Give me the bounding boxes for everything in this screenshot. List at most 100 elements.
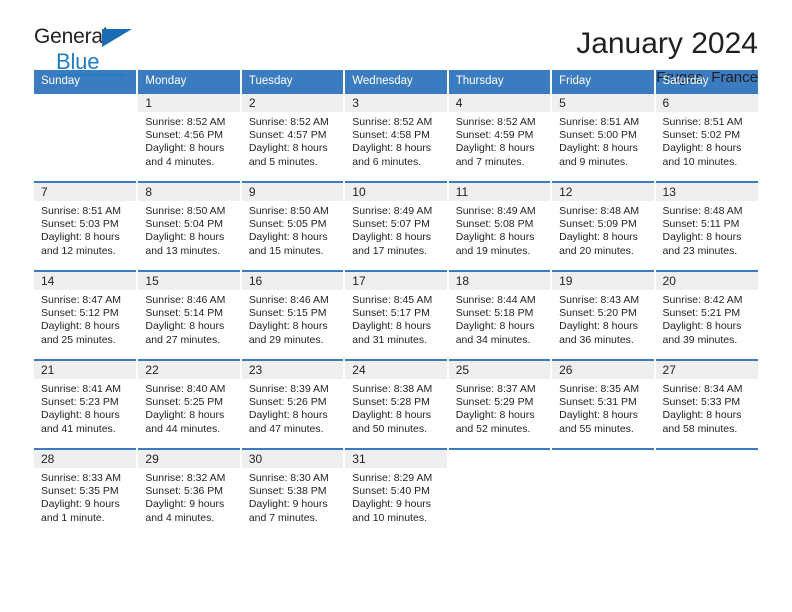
calendar-day-cell[interactable]: 20 Sunrise: 8:42 AM Sunset: 5:21 PM Dayligh… [654, 270, 758, 360]
calendar-day-cell[interactable]: 27 Sunrise: 8:34 AM Sunset: 5:33 PM Dayligh… [654, 359, 758, 449]
sunrise-text: Sunrise: 8:50 AM [145, 205, 226, 217]
sunset-text: Sunset: 4:58 PM [352, 129, 430, 142]
sunset-text: Sunset: 5:28 PM [352, 396, 430, 409]
calendar-day-cell[interactable]: 3 Sunrise: 8:52 AM Sunset: 4:58 PM Daylight… [344, 92, 449, 182]
daylight-text: Daylight: 8 hours and 4 minutes. [145, 142, 225, 168]
sunrise-text: Sunrise: 8:43 AM [559, 294, 640, 306]
calendar-day-cell[interactable]: 14 Sunrise: 8:47 AM Sunset: 5:12 PM Dayligh… [34, 270, 139, 360]
general-blue-logo[interactable]: General Blue [34, 26, 154, 76]
sunrise-text: Sunrise: 8:39 AM [248, 383, 329, 395]
sunrise-text: Sunrise: 8:30 AM [248, 472, 329, 484]
sunset-text: Sunset: 5:11 PM [662, 218, 740, 231]
calendar-day-cell[interactable]: 18 Sunrise: 8:44 AM Sunset: 5:18 PM Dayligh… [447, 270, 553, 360]
calendar-day-cell[interactable]: 12 Sunrise: 8:48 AM Sunset: 5:09 PM Dayligh… [551, 181, 656, 271]
day-details: Sunrise: 8:51 AM Sunset: 5:00 PM Daylight:… [552, 112, 653, 169]
sunrise-text: Sunrise: 8:42 AM [662, 294, 743, 306]
day-number: 27 [655, 361, 758, 379]
calendar-day-cell[interactable]: 6 Sunrise: 8:51 AM Sunset: 5:02 PM Daylight… [654, 92, 758, 182]
calendar-day-cell[interactable]: 10 Sunrise: 8:49 AM Sunset: 5:07 PM Dayligh… [344, 181, 449, 271]
day-number: 8 [138, 183, 240, 201]
daylight-text: Daylight: 8 hours and 39 minutes. [662, 320, 742, 346]
calendar-day-cell[interactable]: 16 Sunrise: 8:46 AM Sunset: 5:15 PM Dayligh… [240, 270, 346, 360]
day-number [552, 450, 653, 468]
day-number: 13 [655, 183, 758, 201]
day-number: 20 [655, 272, 758, 290]
daylight-text: Daylight: 8 hours and 19 minutes. [455, 231, 535, 257]
calendar-day-cell[interactable]: 21 Sunrise: 8:41 AM Sunset: 5:23 PM Dayligh… [34, 359, 139, 449]
calendar-day-cell[interactable]: 31 Sunrise: 8:29 AM Sunset: 5:40 PM Dayligh… [344, 448, 449, 538]
sunrise-text: Sunrise: 8:49 AM [455, 205, 536, 217]
day-number: 4 [448, 94, 551, 112]
calendar-day-cell[interactable]: 2 Sunrise: 8:52 AM Sunset: 4:57 PM Daylight… [240, 92, 346, 182]
calendar-day-cell[interactable]: 23 Sunrise: 8:39 AM Sunset: 5:26 PM Dayligh… [240, 359, 346, 449]
logo-blue-label: Blue [56, 49, 100, 74]
day-number: 1 [138, 94, 240, 112]
day-number: 3 [345, 94, 447, 112]
daylight-text: Daylight: 8 hours and 55 minutes. [559, 409, 638, 435]
logo-underline [57, 74, 125, 76]
calendar-day-cell[interactable]: 4 Sunrise: 8:52 AM Sunset: 4:59 PM Daylight… [447, 92, 553, 182]
daylight-text: Daylight: 8 hours and 25 minutes. [41, 320, 120, 346]
day-details: Sunrise: 8:37 AM Sunset: 5:29 PM Daylight:… [449, 379, 550, 436]
calendar-day-cell[interactable]: 29 Sunrise: 8:32 AM Sunset: 5:36 PM Dayligh… [137, 448, 242, 538]
calendar-empty-cell [654, 448, 758, 538]
day-details: Sunrise: 8:52 AM Sunset: 4:56 PM Daylight:… [138, 112, 239, 169]
calendar-day-cell[interactable]: 24 Sunrise: 8:38 AM Sunset: 5:28 PM Dayligh… [344, 359, 449, 449]
daylight-text: Daylight: 9 hours and 1 minute. [41, 498, 120, 524]
sunset-text: Sunset: 5:00 PM [559, 129, 637, 142]
sunrise-text: Sunrise: 8:35 AM [559, 383, 640, 395]
calendar-day-cell[interactable]: 8 Sunrise: 8:50 AM Sunset: 5:04 PM Daylight… [137, 181, 242, 271]
calendar-day-cell[interactable]: 13 Sunrise: 8:48 AM Sunset: 5:11 PM Dayligh… [654, 181, 758, 271]
sunset-text: Sunset: 5:35 PM [41, 485, 119, 498]
sunrise-text: Sunrise: 8:50 AM [248, 205, 329, 217]
calendar-day-cell[interactable]: 5 Sunrise: 8:51 AM Sunset: 5:00 PM Daylight… [551, 92, 656, 182]
sunrise-text: Sunrise: 8:37 AM [455, 383, 536, 395]
day-number: 29 [138, 450, 240, 468]
daylight-text: Daylight: 8 hours and 47 minutes. [248, 409, 328, 435]
calendar-day-cell[interactable]: 22 Sunrise: 8:40 AM Sunset: 5:25 PM Dayligh… [137, 359, 242, 449]
sunset-text: Sunset: 5:14 PM [145, 307, 224, 320]
day-number: 19 [552, 272, 654, 290]
calendar-grid: Sunday Monday Tuesday Wednesday Thursday… [34, 70, 758, 538]
day-number: 21 [34, 361, 137, 379]
day-details: Sunrise: 8:39 AM Sunset: 5:26 PM Daylight:… [242, 379, 343, 436]
sunrise-text: Sunrise: 8:52 AM [352, 116, 433, 128]
sunset-text: Sunset: 5:07 PM [352, 218, 430, 231]
calendar-day-cell[interactable]: 11 Sunrise: 8:49 AM Sunset: 5:08 PM Dayligh… [447, 181, 553, 271]
day-details: Sunrise: 8:52 AM Sunset: 4:57 PM Daylight:… [242, 112, 343, 169]
calendar-day-cell[interactable]: 26 Sunrise: 8:35 AM Sunset: 5:31 PM Dayligh… [551, 359, 656, 449]
sunset-text: Sunset: 5:38 PM [248, 485, 327, 498]
calendar-day-cell[interactable]: 15 Sunrise: 8:46 AM Sunset: 5:14 PM Dayligh… [137, 270, 242, 360]
calendar-day-cell[interactable]: 30 Sunrise: 8:30 AM Sunset: 5:38 PM Dayligh… [240, 448, 346, 538]
calendar-day-cell[interactable]: 28 Sunrise: 8:33 AM Sunset: 5:35 PM Dayligh… [34, 448, 139, 538]
calendar-day-cell[interactable]: 17 Sunrise: 8:45 AM Sunset: 5:17 PM Dayligh… [344, 270, 449, 360]
sunset-text: Sunset: 5:04 PM [145, 218, 224, 231]
sunset-text: Sunset: 4:56 PM [145, 129, 224, 142]
day-number: 30 [241, 450, 344, 468]
sunset-text: Sunset: 5:03 PM [41, 218, 119, 231]
logo-general-label: General [34, 25, 108, 48]
sunrise-text: Sunrise: 8:49 AM [352, 205, 433, 217]
sunset-text: Sunset: 5:15 PM [248, 307, 327, 320]
calendar-day-cell[interactable]: 19 Sunrise: 8:43 AM Sunset: 5:20 PM Dayligh… [551, 270, 656, 360]
calendar-day-cell[interactable]: 1 Sunrise: 8:52 AM Sunset: 4:56 PM Daylight… [137, 92, 242, 182]
calendar-day-cell[interactable]: 25 Sunrise: 8:37 AM Sunset: 5:29 PM Dayligh… [447, 359, 553, 449]
day-details: Sunrise: 8:49 AM Sunset: 5:07 PM Daylight:… [345, 201, 446, 258]
day-number: 9 [241, 183, 344, 201]
sunset-text: Sunset: 5:33 PM [662, 396, 741, 409]
day-details: Sunrise: 8:29 AM Sunset: 5:40 PM Daylight:… [345, 468, 446, 525]
day-details: Sunrise: 8:47 AM Sunset: 5:12 PM Daylight:… [34, 290, 136, 347]
day-number: 7 [34, 183, 137, 201]
sunset-text: Sunset: 5:31 PM [559, 396, 637, 409]
sunset-text: Sunset: 5:18 PM [455, 307, 534, 320]
calendar-day-cell[interactable]: 9 Sunrise: 8:50 AM Sunset: 5:05 PM Daylight… [240, 181, 346, 271]
calendar-day-cell[interactable]: 7 Sunrise: 8:51 AM Sunset: 5:03 PM Daylight… [34, 181, 139, 271]
daylight-text: Daylight: 8 hours and 15 minutes. [248, 231, 328, 257]
sunrise-text: Sunrise: 8:44 AM [455, 294, 536, 306]
day-details: Sunrise: 8:48 AM Sunset: 5:09 PM Daylight:… [552, 201, 653, 258]
weekday-header-wednesday: Wednesday [344, 70, 449, 93]
daylight-text: Daylight: 8 hours and 20 minutes. [559, 231, 638, 257]
sunrise-text: Sunrise: 8:29 AM [352, 472, 433, 484]
day-number: 17 [345, 272, 447, 290]
calendar-empty-cell [551, 448, 656, 538]
